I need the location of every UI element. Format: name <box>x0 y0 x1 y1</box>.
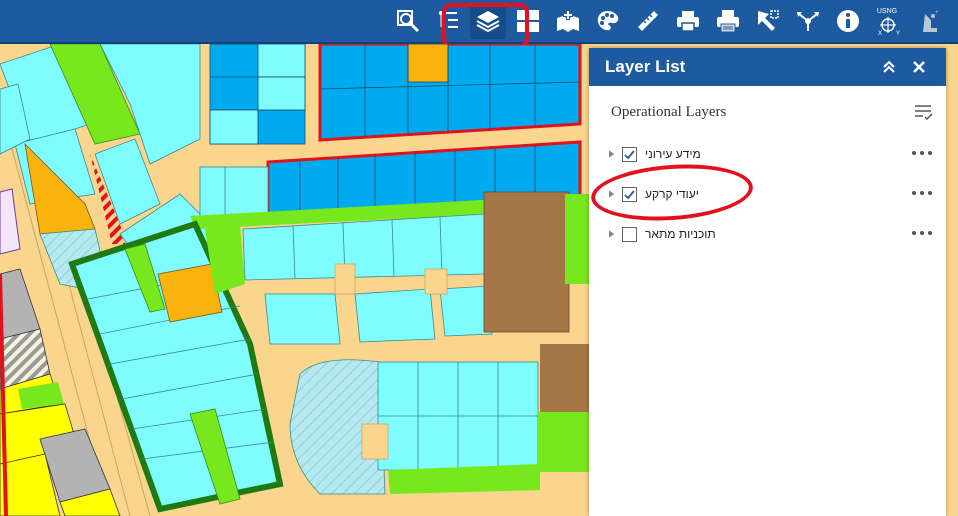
legend-button[interactable] <box>430 3 466 39</box>
hatched-open-space[interactable] <box>289 359 540 495</box>
print-report-button[interactable] <box>710 3 746 39</box>
print-report-icon <box>717 10 739 33</box>
operational-layers-header: Operational Layers <box>589 92 946 132</box>
panel-header: Layer List <box>589 48 946 86</box>
zoom-search-button[interactable] <box>390 3 426 39</box>
info-icon <box>837 10 859 32</box>
legend-list-icon <box>439 11 458 29</box>
main-toolbar: USNG X Y + <box>0 0 958 44</box>
checkmark-icon <box>624 189 635 199</box>
select-tool-icon <box>758 10 779 31</box>
layer-more-options-button[interactable] <box>912 228 932 238</box>
layer-item[interactable]: תוכניות מתאר <box>589 214 946 254</box>
y-label: Y <box>896 31 900 36</box>
close-panel-button[interactable] <box>904 52 934 82</box>
basemap-button[interactable] <box>510 3 546 39</box>
checkmark-icon <box>624 149 635 159</box>
layer-item[interactable]: יעודי קרקע <box>589 174 946 214</box>
layer-item[interactable]: מידע עירוני <box>589 134 946 174</box>
x-label: X <box>878 31 882 36</box>
palette-button[interactable] <box>590 3 626 39</box>
close-icon <box>913 61 925 73</box>
layer-list-button[interactable] <box>470 3 506 39</box>
share-icon <box>797 12 819 31</box>
layer-list-panel: Layer List Operational Layers מידע עירונ… <box>589 48 946 516</box>
caret-right-icon <box>609 190 615 198</box>
expand-layer-toggle[interactable] <box>609 149 617 159</box>
share-button[interactable] <box>790 3 826 39</box>
add-data-icon <box>557 10 579 32</box>
collapse-panel-button[interactable] <box>874 52 904 82</box>
caret-right-icon <box>609 150 615 158</box>
layer-options-icon[interactable] <box>912 101 934 123</box>
measure-button[interactable] <box>630 3 666 39</box>
scale-tool-button[interactable]: + <box>912 3 948 39</box>
expand-layer-toggle[interactable] <box>609 189 617 199</box>
caret-right-icon <box>609 230 615 238</box>
layer-label: יעודי קרקע <box>645 187 699 201</box>
usng-coordinates-icon: USNG X Y <box>877 8 900 36</box>
printer-icon <box>677 11 699 32</box>
expand-layer-toggle[interactable] <box>609 229 617 239</box>
basemap-grid-icon <box>517 10 539 32</box>
coordinate-button[interactable]: USNG X Y <box>869 3 905 39</box>
add-data-button[interactable] <box>550 3 586 39</box>
layer-visibility-checkbox[interactable] <box>622 186 637 202</box>
select-button[interactable] <box>750 3 786 39</box>
about-button[interactable] <box>830 3 866 39</box>
print-button[interactable] <box>670 3 706 39</box>
palette-icon <box>597 11 619 31</box>
usng-label: USNG <box>877 8 897 15</box>
svg-text:+: + <box>935 10 939 16</box>
panel-title: Layer List <box>605 57 686 76</box>
layer-label: מידע עירוני <box>645 147 701 161</box>
layer-label: תוכניות מתאר <box>645 227 716 241</box>
layer-visibility-checkbox[interactable] <box>622 226 637 242</box>
chevron-double-up-icon <box>883 60 895 73</box>
layer-more-options-button[interactable] <box>912 148 932 158</box>
ruler-icon <box>638 11 658 31</box>
layers-icon <box>476 11 500 33</box>
scale-tool-icon: + <box>923 10 939 32</box>
layer-visibility-checkbox[interactable] <box>622 146 637 162</box>
layer-more-options-button[interactable] <box>912 188 932 198</box>
zoom-search-icon <box>397 10 420 33</box>
section-title: Operational Layers <box>611 103 727 120</box>
